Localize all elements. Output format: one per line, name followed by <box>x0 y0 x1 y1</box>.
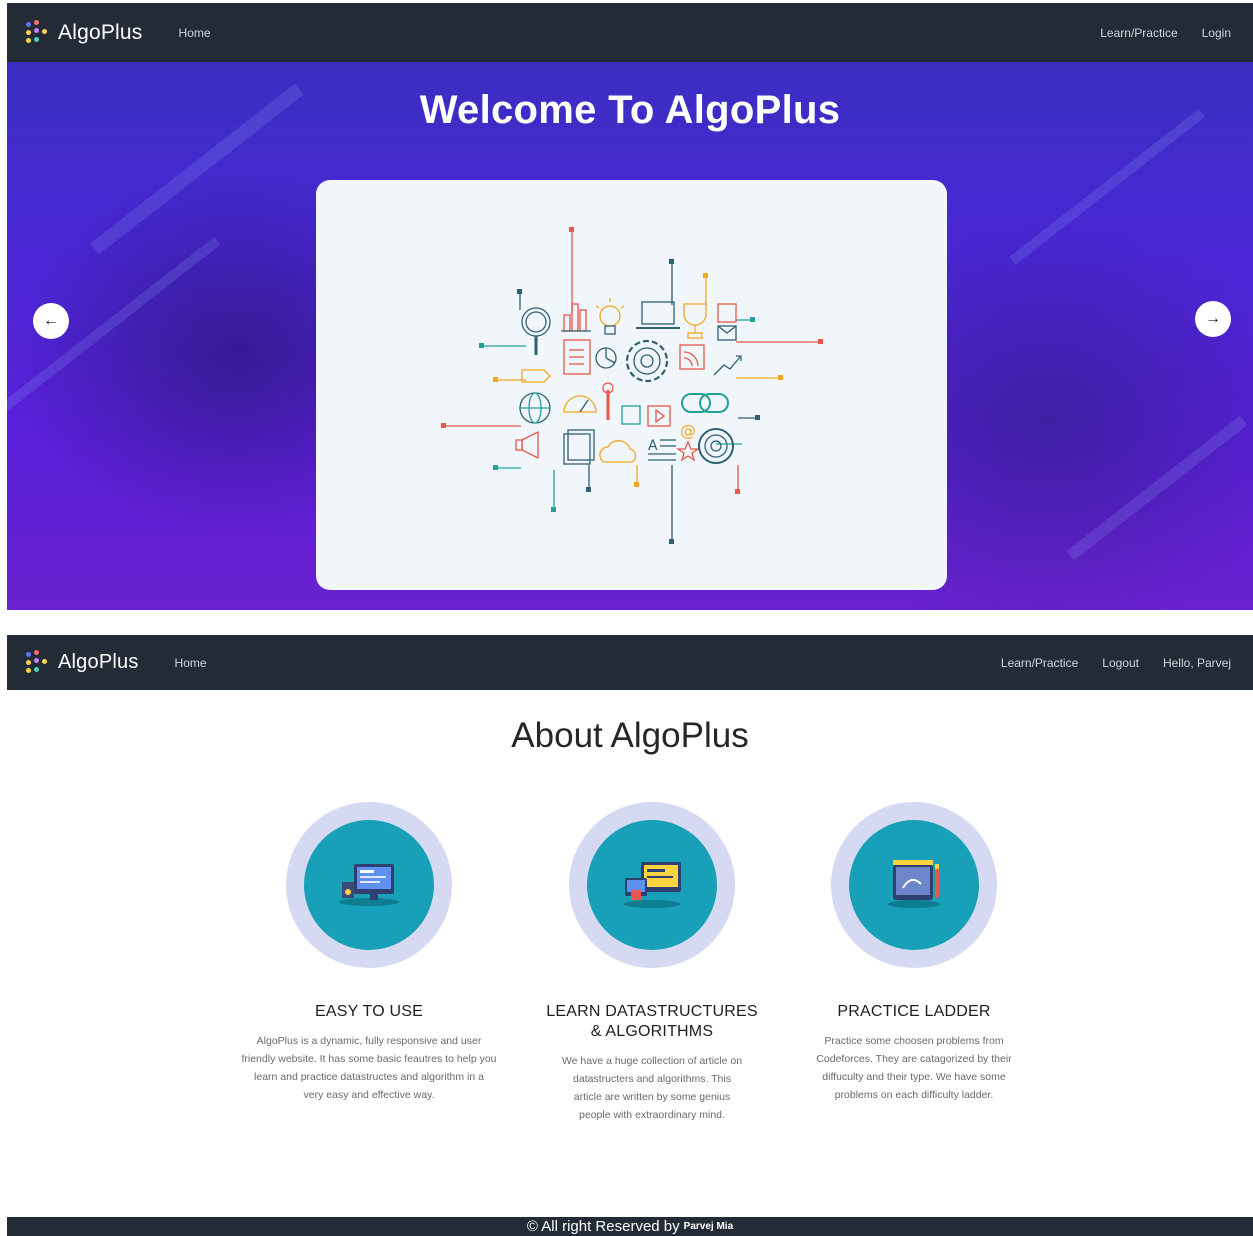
feature-easy-to-use: EASY TO USE AlgoPlus is a dynamic, fully… <box>219 802 519 1104</box>
nav-user-greeting[interactable]: Hello, Parvej <box>1163 656 1231 670</box>
desktop-computer-icon <box>304 820 434 950</box>
nav-right-links: Learn/Practice Login <box>1100 26 1231 40</box>
feature-description-line: diffuculty and their type. We have some <box>822 1071 1006 1083</box>
feature-practice-ladder: PRACTICE LADDER Practice some choosen pr… <box>764 802 1064 1104</box>
brand-dots-icon <box>23 649 49 676</box>
brand-dots-icon <box>23 19 49 46</box>
brand-name: AlgoPlus <box>58 651 139 673</box>
feature-title-line: & ALGORITHMS <box>590 1023 714 1040</box>
brand-logo-link[interactable]: AlgoPlus <box>23 19 143 46</box>
nav-home-link[interactable]: Home <box>178 26 210 40</box>
feature-title: LEARN DATASTRUCTURES & ALGORITHMS <box>502 1002 802 1042</box>
carousel-next-button[interactable]: → <box>1195 301 1231 337</box>
feature-description-line: We have a huge collection of article on <box>561 1055 743 1067</box>
devices-icon <box>587 820 717 950</box>
feature-description-line: AlgoPlus is a dynamic, fully responsive … <box>256 1035 482 1047</box>
tech-icons-illustration: A @ <box>441 227 823 544</box>
feature-learn-ds-algo: LEARN DATASTRUCTURES & ALGORITHMS We hav… <box>502 802 802 1124</box>
brand-logo-link[interactable]: AlgoPlus <box>23 649 139 676</box>
feature-description: AlgoPlus is a dynamic, fully responsive … <box>219 1032 519 1104</box>
feature-icon-ring <box>286 802 452 968</box>
svg-text:A: A <box>648 438 658 454</box>
feature-title: PRACTICE LADDER <box>837 1003 991 1020</box>
feature-description-line: very easy and effective way. <box>303 1089 435 1101</box>
feature-description-line: article are written by some genius <box>573 1091 731 1103</box>
about-title: About AlgoPlus <box>511 716 749 755</box>
feature-title-line: LEARN DATASTRUCTURES <box>546 1003 758 1020</box>
arrow-left-icon: ← <box>43 312 59 329</box>
arrow-right-icon: → <box>1205 310 1221 327</box>
tablet-drawing-icon <box>849 820 979 950</box>
top-navbar: AlgoPlus Home Learn/Practice Login <box>7 3 1253 62</box>
nav-learn-practice-link[interactable]: Learn/Practice <box>1100 26 1177 40</box>
feature-title: EASY TO USE <box>314 1003 424 1020</box>
svg-text:@: @ <box>680 421 696 440</box>
feature-icon-ring <box>569 802 735 968</box>
carousel-prev-button[interactable]: ← <box>33 303 69 339</box>
footer-author: Parvej Mia <box>683 1221 734 1232</box>
feature-description: Practice some choosen problems from Code… <box>764 1032 1064 1104</box>
hero-title: Welcome To AlgoPlus <box>419 88 841 132</box>
feature-description-line: learn and practice datastructes and algo… <box>254 1071 484 1083</box>
nav-home-link[interactable]: Home <box>175 656 207 670</box>
nav-logout-link[interactable]: Logout <box>1102 656 1139 670</box>
footer: © All right Reserved by Parvej Mia <box>7 1217 1253 1236</box>
feature-description: We have a huge collection of article on … <box>502 1052 802 1124</box>
feature-description-line: Practice some choosen problems from <box>824 1035 1004 1047</box>
feature-description-line: friendly website. It has some basic feau… <box>241 1053 497 1065</box>
logged-in-navbar: AlgoPlus Home Learn/Practice Logout Hell… <box>7 635 1253 690</box>
feature-description-line: datastructers and algorithms. This <box>573 1073 731 1085</box>
hero-slide-card: A @ <box>316 180 947 590</box>
nav-learn-practice-link[interactable]: Learn/Practice <box>1001 656 1078 670</box>
brand-name: AlgoPlus <box>58 20 143 44</box>
feature-description-line: people with extraordinary mind. <box>579 1109 725 1121</box>
feature-icon-ring <box>831 802 997 968</box>
feature-description-line: Codeforces. They are catagorized by thei… <box>816 1053 1012 1065</box>
nav-login-link[interactable]: Login <box>1202 26 1231 40</box>
hero-bg-streak <box>1066 415 1248 561</box>
feature-description-line: problems on each difficulty ladder. <box>834 1089 994 1101</box>
nav-right-links: Learn/Practice Logout Hello, Parvej <box>1001 656 1231 670</box>
hero-carousel: Welcome To AlgoPlus A @ ← → <box>7 62 1253 610</box>
footer-copyright: © All right Reserved by <box>526 1218 680 1235</box>
